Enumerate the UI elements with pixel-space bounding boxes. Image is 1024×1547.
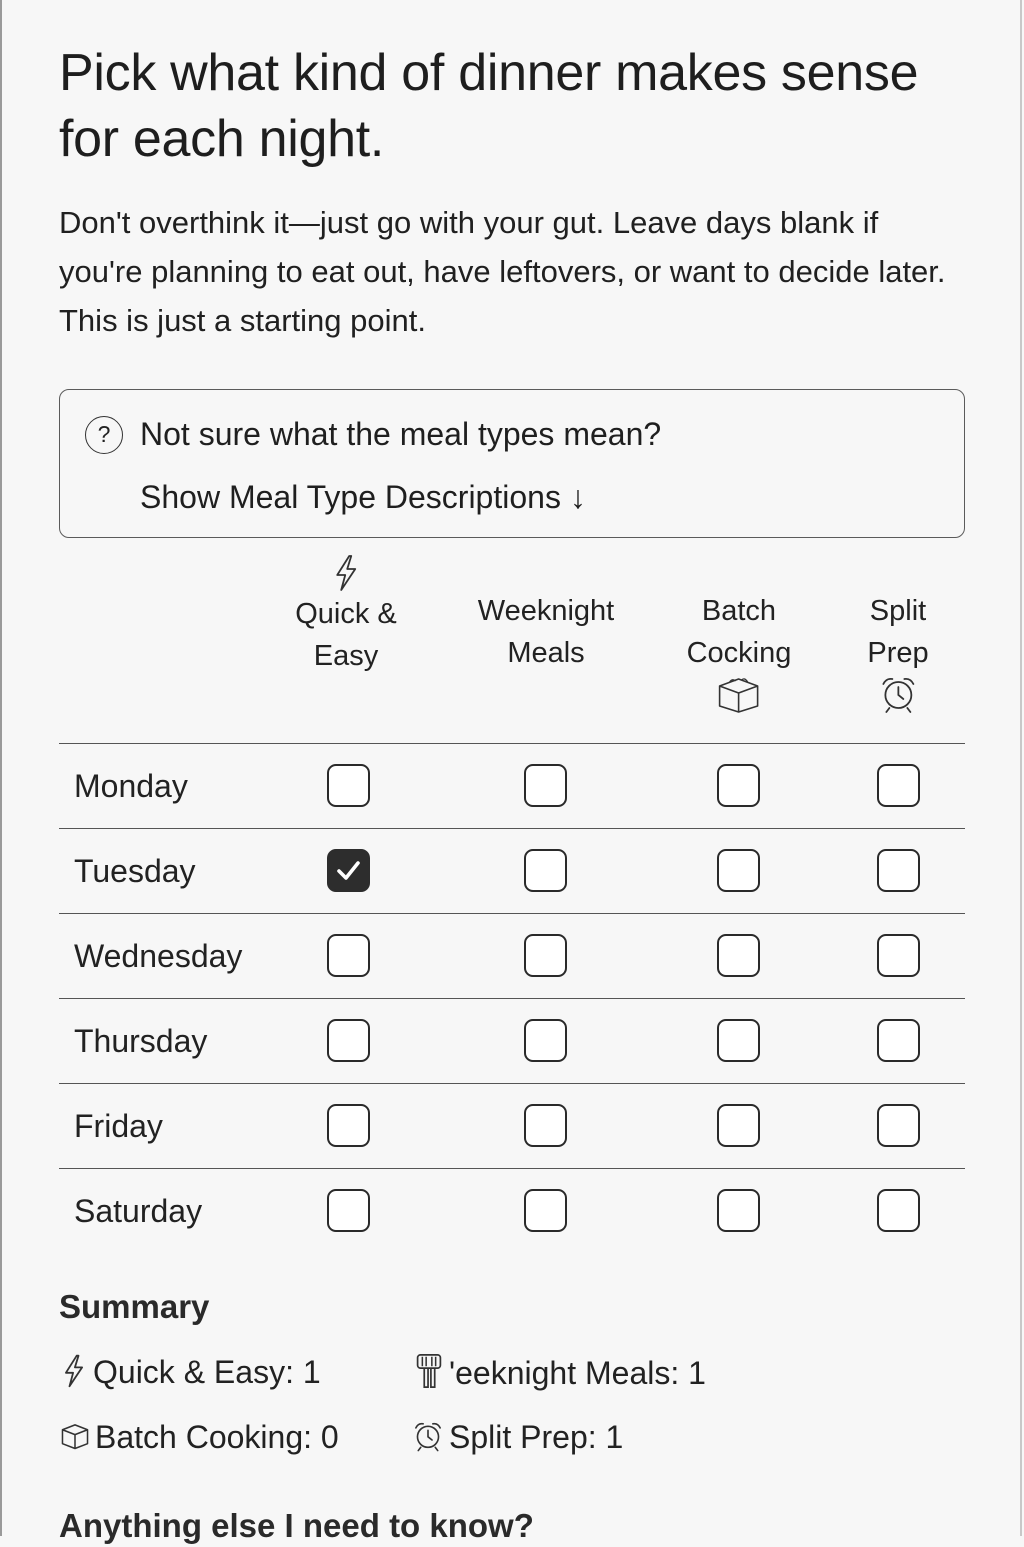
meal-plan-grid: Monday Tuesday Wednesday Thursday Friday Satu…	[59, 743, 965, 1253]
alarm-clock-icon	[415, 1422, 441, 1452]
show-descriptions-link[interactable]: Show Meal Type Descriptions ↓	[140, 477, 586, 517]
checkbox-split[interactable]	[877, 1104, 920, 1147]
summary-split-prep: Split Prep: 1	[411, 1417, 623, 1457]
day-label: Wednesday	[74, 938, 243, 974]
checkbox-weeknight[interactable]	[524, 1019, 567, 1062]
table-row: Thursday	[59, 998, 965, 1083]
column-label-line2: Meals	[507, 637, 585, 669]
checkbox-quick[interactable]	[327, 934, 370, 977]
intro-text: Don't overthink it—just go with your gut…	[59, 205, 946, 338]
main-content: Pick what kind of dinner makes sense for…	[59, 40, 965, 538]
column-label-line2: Prep	[867, 637, 929, 669]
checkbox-batch[interactable]	[717, 849, 760, 892]
lightning-icon	[65, 1354, 83, 1388]
checkbox-quick[interactable]	[327, 1189, 370, 1232]
day-label: Monday	[74, 768, 188, 804]
summary-weeknight-meals-text: 'eeknight Meals: 1	[449, 1355, 706, 1391]
summary-weeknight-meals: 'eeknight Meals: 1	[413, 1352, 706, 1393]
additional-info-heading: Anything else I need to know?	[59, 1507, 534, 1544]
summary-batch-cooking-text: Batch Cooking: 0	[95, 1419, 339, 1455]
column-label-line1: Weeknight	[477, 595, 615, 627]
checkbox-split[interactable]	[877, 849, 920, 892]
checkbox-quick[interactable]	[327, 764, 370, 807]
column-header-split-prep: Split Prep	[867, 553, 929, 714]
column-label-line2: Cocking	[686, 637, 792, 669]
checkbox-batch[interactable]	[717, 1189, 760, 1232]
alarm-clock-icon	[882, 677, 914, 713]
checkbox-weeknight[interactable]	[524, 1104, 567, 1147]
day-label: Thursday	[74, 1023, 208, 1059]
checkbox-batch[interactable]	[717, 1104, 760, 1147]
table-row: Friday	[59, 1083, 965, 1168]
checkbox-split[interactable]	[877, 764, 920, 807]
table-row: Wednesday	[59, 913, 965, 998]
checkbox-split[interactable]	[877, 934, 920, 977]
summary-split-prep-text: Split Prep: 1	[449, 1419, 624, 1455]
summary-quick-easy-text: Quick & Easy: 1	[93, 1354, 321, 1390]
summary-title: Summary	[59, 1288, 210, 1325]
table-row: Monday	[59, 743, 965, 828]
box-icon	[61, 1424, 89, 1450]
checkmark-icon	[337, 861, 360, 880]
checkbox-quick[interactable]	[327, 1104, 370, 1147]
column-header-batch-cooking: Batch Cocking	[686, 553, 792, 714]
column-label-line2: Easy	[313, 640, 379, 672]
checkbox-quick[interactable]	[327, 849, 370, 892]
meal-type-help-box: ? Not sure what the meal types mean? Sho…	[59, 389, 965, 538]
checkbox-weeknight[interactable]	[524, 849, 567, 892]
page-title: Pick what kind of dinner makes sense for…	[59, 44, 919, 168]
question-circle-icon: ?	[85, 416, 123, 454]
checkbox-quick[interactable]	[327, 1019, 370, 1062]
checkbox-split[interactable]	[877, 1189, 920, 1232]
day-label: Tuesday	[74, 853, 196, 889]
checkbox-split[interactable]	[877, 1019, 920, 1062]
checkbox-batch[interactable]	[717, 934, 760, 977]
column-header-weeknight-meals: Weeknight Meals	[478, 553, 615, 674]
checkbox-weeknight[interactable]	[524, 1189, 567, 1232]
column-label-line1: Split	[869, 595, 927, 627]
day-label: Friday	[74, 1108, 163, 1144]
day-label: Saturday	[74, 1193, 203, 1229]
checkbox-weeknight[interactable]	[524, 764, 567, 807]
checkbox-batch[interactable]	[717, 1019, 760, 1062]
column-label-line1: Batch	[701, 595, 777, 627]
summary-batch-cooking: Batch Cooking: 0	[59, 1417, 339, 1457]
summary-quick-easy: Quick & Easy: 1	[59, 1352, 321, 1392]
table-row: Tuesday	[59, 828, 965, 913]
checkbox-weeknight[interactable]	[524, 934, 567, 977]
column-label-line1: Quick &	[295, 598, 397, 630]
lightning-icon	[336, 555, 356, 591]
table-row: Saturday	[59, 1168, 965, 1253]
utensils-icon	[416, 1353, 442, 1389]
checkbox-batch[interactable]	[717, 764, 760, 807]
box-icon	[719, 678, 759, 713]
help-question: Not sure what the meal types mean?	[140, 416, 662, 452]
column-header-quick-easy: Quick & Easy	[295, 553, 397, 677]
